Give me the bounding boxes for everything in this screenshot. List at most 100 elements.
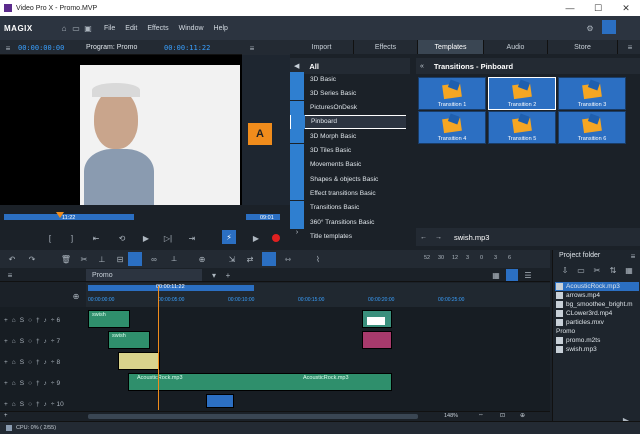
mixer-icon[interactable]: ⌇ — [312, 253, 324, 265]
loop-icon[interactable]: ⟲ — [116, 232, 128, 244]
snap-button[interactable]: ⚡ — [222, 230, 236, 244]
track-fx-icon[interactable]: † — [36, 317, 40, 324]
split-track-icon[interactable]: ÷ — [51, 359, 55, 366]
template-item[interactable]: Pinboard — [290, 114, 408, 129]
template-item[interactable]: Effect transitions Basic — [290, 186, 408, 201]
clip-track-10[interactable] — [206, 394, 234, 408]
unlink-icon[interactable]: ⟂ — [168, 253, 180, 265]
track-lock-icon[interactable]: ⌂ — [12, 401, 16, 408]
timeline-menu-icon[interactable]: ≡ — [4, 269, 16, 281]
add-track-icon[interactable]: + — [4, 413, 8, 419]
mute-icon[interactable]: ○ — [28, 359, 32, 366]
panel-menu-icon[interactable]: ≡ — [624, 41, 636, 53]
transition-thumbnail[interactable]: Transition 5 — [488, 111, 556, 144]
pf-trim-icon[interactable]: ✂ — [591, 264, 603, 276]
view-timeline-button[interactable] — [506, 269, 518, 281]
mode-toggle-icon[interactable] — [602, 20, 616, 34]
transition-clip[interactable] — [362, 310, 392, 328]
expand-track-icon[interactable]: + — [4, 338, 8, 345]
menu-help[interactable]: Help — [214, 25, 228, 32]
view-storyboard-icon[interactable]: ☰ — [522, 269, 534, 281]
solo-icon[interactable]: S — [20, 359, 24, 366]
expand-track-icon[interactable]: + — [4, 317, 8, 324]
track-header[interactable]: + ⌂ S ○ † ♪ ÷ 7 — [0, 331, 86, 351]
pf-folder-icon[interactable]: ▭ — [575, 264, 587, 276]
nav-forward-icon[interactable]: → — [435, 234, 442, 241]
mode-a-icon[interactable]: ⇲ — [226, 253, 238, 265]
horizontal-scrollbar[interactable] — [88, 414, 418, 419]
settings-icon[interactable]: ⚙ — [584, 22, 596, 34]
track-lock-icon[interactable]: ⌂ — [12, 359, 16, 366]
transition-thumbnail[interactable]: Transition 4 — [418, 111, 486, 144]
close-button[interactable]: ✕ — [612, 0, 640, 16]
menu-edit[interactable]: Edit — [125, 25, 137, 32]
add-timeline-icon[interactable]: + — [222, 269, 234, 281]
track-fx-icon[interactable]: † — [36, 359, 40, 366]
secondary-menu-icon[interactable]: ≡ — [246, 42, 258, 54]
audio-icon[interactable]: ♪ — [44, 317, 47, 324]
save-icon[interactable]: ▣ — [82, 22, 94, 34]
track-lock-icon[interactable]: ⌂ — [12, 317, 16, 324]
nav-back-icon[interactable]: ← — [420, 234, 427, 241]
solo-icon[interactable]: S — [20, 338, 24, 345]
video-clip[interactable]: swish — [88, 310, 130, 328]
template-item[interactable]: 3D Basic — [290, 72, 408, 86]
tab-templates[interactable]: Templates — [418, 40, 484, 54]
template-item[interactable]: Shapes & objects Basic — [290, 172, 408, 187]
monitor-menu-icon[interactable]: ≡ — [2, 42, 14, 54]
delete-icon[interactable]: 🗑 — [60, 253, 72, 265]
record-icon[interactable] — [272, 234, 280, 242]
timeline-tab-promo[interactable]: Promo — [86, 269, 202, 281]
effect-clip[interactable] — [362, 331, 392, 349]
mute-icon[interactable]: ○ — [28, 317, 32, 324]
maximize-button[interactable]: ☐ — [584, 0, 612, 16]
project-file-item[interactable]: particles.mxv — [556, 319, 604, 326]
tab-effects[interactable]: Effects — [354, 40, 418, 54]
track-fx-icon[interactable]: † — [36, 338, 40, 345]
play-icon[interactable]: ▶ — [140, 232, 152, 244]
template-item[interactable]: 360° Transitions Basic — [290, 215, 408, 229]
track-header[interactable]: + ⌂ S ○ † ♪ ÷ 9 — [0, 373, 86, 393]
transition-thumbnail[interactable]: Transition 1 — [418, 77, 486, 110]
audio-clip-acousticrock[interactable]: AcousticRock.mp3 AcousticRock.mp3 — [128, 373, 392, 391]
template-item[interactable]: Movements Basic — [290, 157, 408, 172]
playhead-line[interactable] — [158, 286, 159, 410]
track-header[interactable]: + ⌂ S ○ † ♪ ÷ 8 — [0, 352, 86, 372]
audio-clip-swish[interactable]: swish — [108, 331, 150, 349]
ruler-lock-icon[interactable]: ⊕ — [70, 290, 82, 302]
minimize-button[interactable]: — — [556, 0, 584, 16]
project-file-item[interactable]: promo.m2ts — [556, 337, 600, 344]
menu-window[interactable]: Window — [179, 25, 204, 32]
audio-icon[interactable]: ♪ — [44, 359, 47, 366]
home-icon[interactable]: ⌂ — [58, 22, 70, 34]
split-track-icon[interactable]: ÷ — [51, 401, 55, 408]
track-header[interactable]: + ⌂ S ○ † ♪ ÷ 6 — [0, 310, 86, 330]
project-file-item[interactable]: AcousticRock.mp3 — [556, 283, 620, 290]
split-icon[interactable]: ⊥ — [96, 253, 108, 265]
magnet-button[interactable] — [128, 252, 142, 266]
back-icon[interactable]: ◀ — [294, 62, 299, 70]
mute-icon[interactable]: ○ — [28, 380, 32, 387]
audio-icon[interactable]: ♪ — [44, 380, 47, 387]
view-grid-icon[interactable]: ▦ — [490, 269, 502, 281]
template-item[interactable]: › Title templates — [290, 229, 408, 244]
project-group-label[interactable]: Promo — [556, 328, 575, 335]
mute-icon[interactable]: ○ — [28, 338, 32, 345]
folder-icon[interactable]: ▭ — [70, 22, 82, 34]
mark-in-icon[interactable]: [ — [44, 232, 56, 244]
mark-out-icon[interactable]: ] — [66, 232, 78, 244]
insert-icon[interactable]: ⊕ — [196, 253, 208, 265]
tab-audio[interactable]: Audio — [484, 40, 548, 54]
next-marker-icon[interactable]: ⇥ — [186, 232, 198, 244]
expand-track-icon[interactable]: + — [4, 401, 8, 408]
template-item[interactable]: 3D Tiles Basic — [290, 143, 408, 158]
template-item[interactable]: PicturesOnDesk — [290, 100, 408, 115]
track-lock-icon[interactable]: ⌂ — [12, 338, 16, 345]
undo-icon[interactable]: ↶ — [6, 253, 18, 265]
mode-b-icon[interactable]: ⇄ — [244, 253, 256, 265]
transition-thumbnail[interactable]: Transition 3 — [558, 77, 626, 110]
camera-a-badge[interactable]: A — [248, 123, 272, 145]
template-item[interactable]: 3D Series Basic — [290, 86, 408, 101]
mute-icon[interactable]: ○ — [28, 401, 32, 408]
track-lock-icon[interactable]: ⌂ — [12, 380, 16, 387]
